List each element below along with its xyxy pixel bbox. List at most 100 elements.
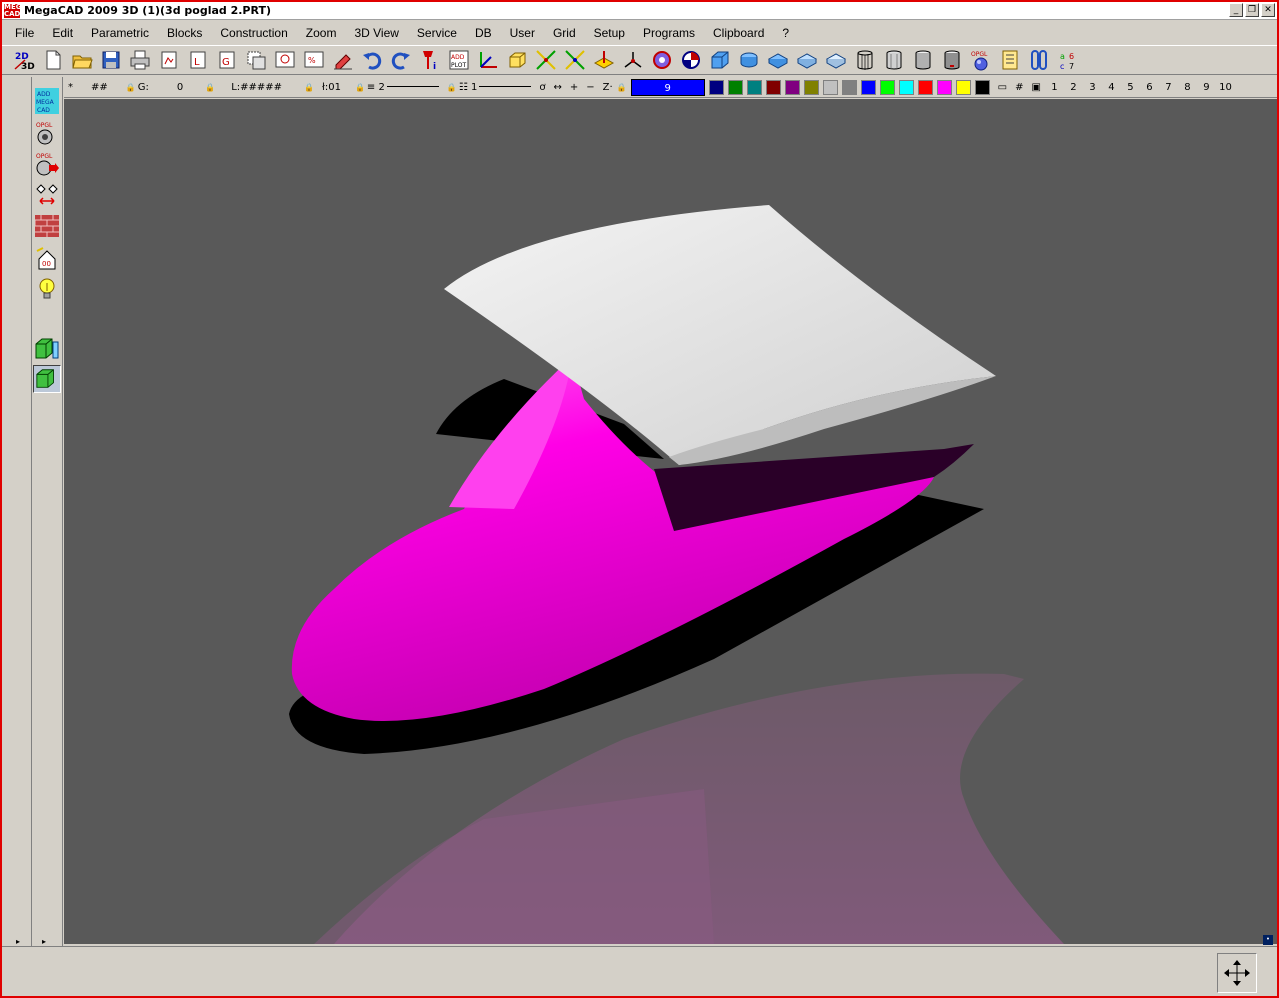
- color-swatch-green[interactable]: [727, 79, 743, 95]
- axis-button[interactable]: [474, 46, 501, 74]
- opgl-export-button[interactable]: OPGL: [33, 150, 61, 178]
- save-button[interactable]: [97, 46, 124, 74]
- color-swatch-blue[interactable]: [860, 79, 876, 95]
- open-folder-button[interactable]: [68, 46, 95, 74]
- hidden-cylinder-button[interactable]: [880, 46, 907, 74]
- app-logo-icon[interactable]: MEGA CAD: [4, 3, 27, 18]
- menu-zoom[interactable]: Zoom: [297, 23, 346, 43]
- current-color-field[interactable]: 9: [630, 78, 705, 96]
- add-megacad-button[interactable]: ADD MEGA CAD: [33, 87, 61, 115]
- new-file-button[interactable]: [39, 46, 66, 74]
- undo-button[interactable]: [358, 46, 385, 74]
- intersect-button[interactable]: [532, 46, 559, 74]
- menu-setup[interactable]: Setup: [585, 23, 634, 43]
- view-5[interactable]: 5: [1121, 82, 1140, 93]
- opgl-sphere-button[interactable]: OPGL: [967, 46, 994, 74]
- restore-button[interactable]: ❐: [1245, 3, 1259, 17]
- wire-cylinder-button[interactable]: [851, 46, 878, 74]
- blocks-button[interactable]: L: [184, 46, 211, 74]
- view-9[interactable]: 9: [1197, 82, 1216, 93]
- view-box-icon[interactable]: ▣: [1028, 82, 1045, 93]
- title-bar[interactable]: MEGA CAD MegaCAD 2009 3D (1)(3d poglad 2.…: [2, 2, 1277, 20]
- monitor-icon[interactable]: ▭: [994, 82, 1011, 93]
- color-swatch-cyan[interactable]: [898, 79, 914, 95]
- color-swatch-red[interactable]: [917, 79, 933, 95]
- plot-button[interactable]: [155, 46, 182, 74]
- slab-button[interactable]: [764, 46, 791, 74]
- green-solid-active-button[interactable]: [33, 365, 61, 393]
- grid-indicator[interactable]: ##: [87, 82, 112, 93]
- menu-file[interactable]: File: [2, 23, 43, 43]
- hash-icon[interactable]: #: [1011, 82, 1027, 93]
- slab-3-button[interactable]: [822, 46, 849, 74]
- color-swatch-silver[interactable]: [822, 79, 838, 95]
- arrows-icon[interactable]: ↔: [549, 82, 565, 93]
- color-swatch-olive[interactable]: [803, 79, 819, 95]
- plane-button[interactable]: [590, 46, 617, 74]
- menu-programs[interactable]: Programs: [634, 23, 704, 43]
- view-6[interactable]: 6: [1140, 82, 1159, 93]
- color-swatch-teal[interactable]: [746, 79, 762, 95]
- group-button[interactable]: [242, 46, 269, 74]
- menu-db[interactable]: DB: [466, 23, 501, 43]
- line-weight-field[interactable]: 🔒 ≡ 2: [351, 82, 443, 93]
- view-7[interactable]: 7: [1159, 82, 1178, 93]
- menu-construction[interactable]: Construction: [211, 23, 296, 43]
- layer-button[interactable]: G: [213, 46, 240, 74]
- trim-button[interactable]: [561, 46, 588, 74]
- minus-icon[interactable]: −: [582, 82, 598, 93]
- redo-button[interactable]: [387, 46, 414, 74]
- scroll-right-icon[interactable]: ▸: [42, 937, 46, 946]
- color-swatch-maroon[interactable]: [765, 79, 781, 95]
- navigation-pad[interactable]: [1217, 953, 1257, 993]
- color-swatch-lime[interactable]: [879, 79, 895, 95]
- view-1[interactable]: 1: [1045, 82, 1064, 93]
- drum-button[interactable]: [938, 46, 965, 74]
- zoom-reset-button[interactable]: %: [300, 46, 327, 74]
- plus-icon[interactable]: +: [566, 82, 582, 93]
- plot-add-button[interactable]: ADD PLOT: [445, 46, 472, 74]
- menu-service[interactable]: Service: [408, 23, 466, 43]
- document-list-button[interactable]: [996, 46, 1023, 74]
- color-code-button[interactable]: a6c7: [1054, 46, 1081, 74]
- group-field[interactable]: 🔒 G: 0: [122, 82, 187, 93]
- gray-cylinder-button[interactable]: [909, 46, 936, 74]
- slab-2-button[interactable]: [793, 46, 820, 74]
- color-swatch-gray[interactable]: [841, 79, 857, 95]
- color-swatch-black[interactable]: [974, 79, 990, 95]
- menu-blocks[interactable]: Blocks: [158, 23, 211, 43]
- clip-button[interactable]: [1025, 46, 1052, 74]
- sphere-gizmo-button[interactable]: [648, 46, 675, 74]
- info-pin-button[interactable]: i: [416, 46, 443, 74]
- cube-button[interactable]: [706, 46, 733, 74]
- menu-help[interactable]: ?: [773, 23, 798, 43]
- view-4[interactable]: 4: [1102, 82, 1121, 93]
- color-swatch-magenta[interactable]: [936, 79, 952, 95]
- close-button[interactable]: ✕: [1261, 3, 1275, 17]
- color-swatch-yellow[interactable]: [955, 79, 971, 95]
- ortho-icon[interactable]: ơ: [535, 82, 549, 93]
- print-button[interactable]: [126, 46, 153, 74]
- zoom-window-button[interactable]: [271, 46, 298, 74]
- menu-clipboard[interactable]: Clipboard: [704, 23, 773, 43]
- opgl-render-button[interactable]: OPGL: [33, 119, 61, 147]
- font-field[interactable]: 🔒 ł:01: [300, 82, 345, 93]
- layer-field[interactable]: 🔒 L:#####: [201, 82, 286, 93]
- line-type-field[interactable]: 🔒 ☷ 1: [443, 82, 536, 93]
- menu-grid[interactable]: Grid: [544, 23, 585, 43]
- home-00-button[interactable]: 00: [33, 245, 61, 273]
- box-button[interactable]: [503, 46, 530, 74]
- menu-user[interactable]: User: [501, 23, 544, 43]
- 3d-viewport[interactable]: [64, 99, 1277, 944]
- menu-edit[interactable]: Edit: [43, 23, 82, 43]
- green-solid-button[interactable]: [33, 335, 61, 363]
- view-3[interactable]: 3: [1083, 82, 1102, 93]
- view-10[interactable]: 10: [1216, 82, 1235, 93]
- color-swatch-purple[interactable]: [784, 79, 800, 95]
- transform-button[interactable]: [33, 181, 61, 209]
- cylinder-shade-button[interactable]: [735, 46, 762, 74]
- 2d-3d-toggle-button[interactable]: 2D 3D: [10, 46, 37, 74]
- snap-button[interactable]: [619, 46, 646, 74]
- star-indicator[interactable]: *: [64, 82, 77, 93]
- minimize-button[interactable]: _: [1229, 3, 1243, 17]
